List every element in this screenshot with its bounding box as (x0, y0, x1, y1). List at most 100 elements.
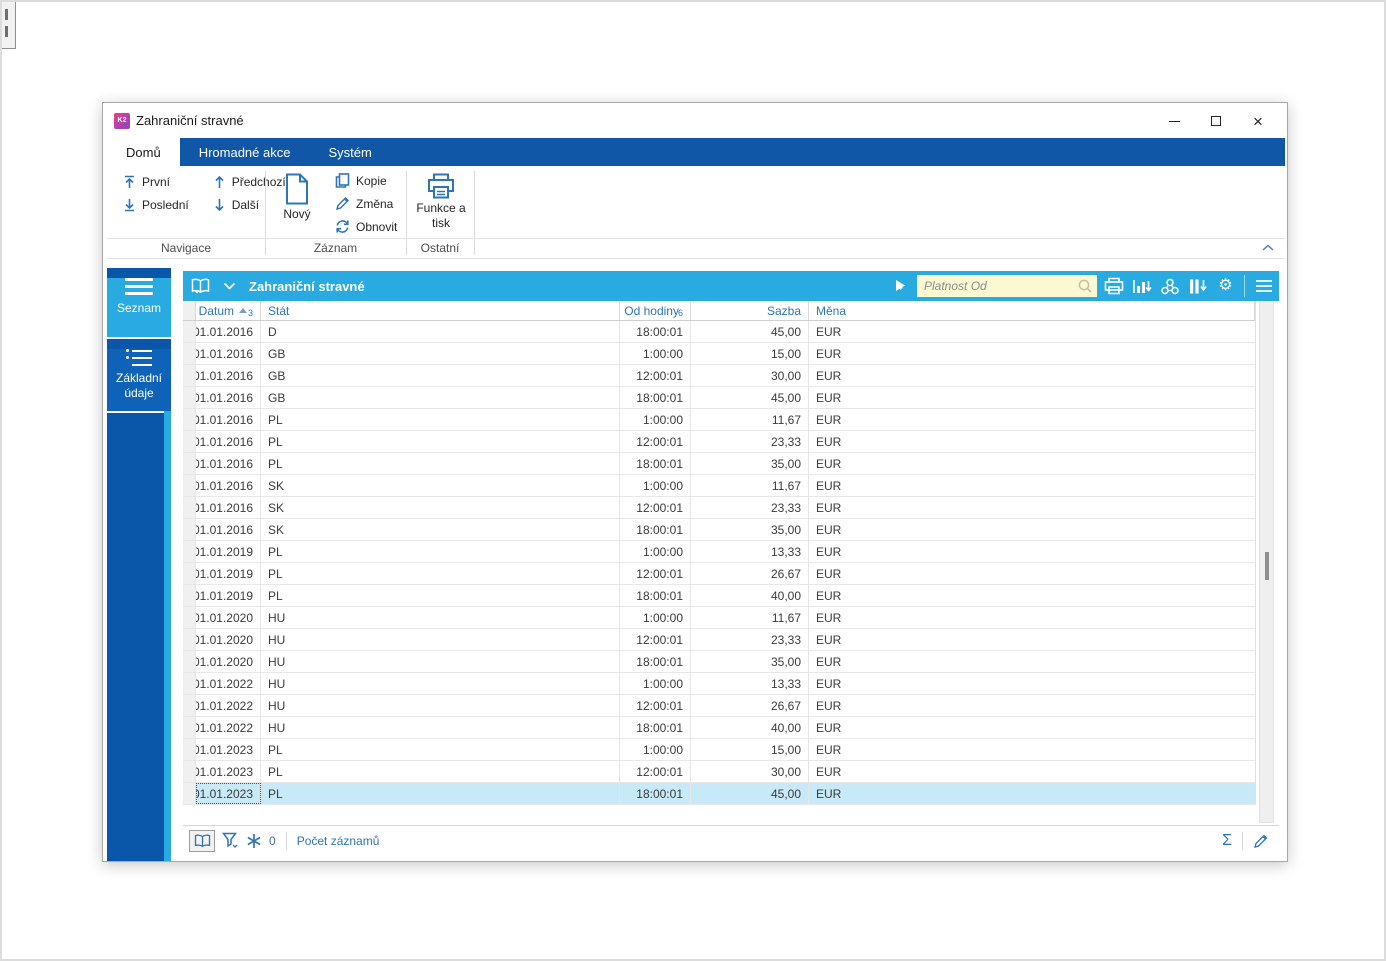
sum-button[interactable]: Σ (1218, 832, 1236, 850)
cell-sazba[interactable]: 45,00 (691, 387, 809, 408)
cell-sazba[interactable]: 35,00 (691, 651, 809, 672)
scrollbar-thumb[interactable] (1265, 552, 1269, 580)
cell-datum[interactable]: 01.01.2016 (196, 453, 261, 474)
cell-sazba[interactable]: 15,00 (691, 343, 809, 364)
cell-mena[interactable]: EUR (809, 409, 1255, 430)
cell-datum[interactable]: 01.01.2016 (196, 343, 261, 364)
header-od-hodiny[interactable]: Od hodiny 6 (620, 301, 691, 320)
cell-sazba[interactable]: 30,00 (691, 761, 809, 782)
cell-datum[interactable]: 01.01.2019 (196, 541, 261, 562)
chart-button[interactable] (1130, 274, 1153, 298)
cell-stat[interactable]: PL (261, 431, 620, 452)
cell-od-hodiny[interactable]: 18:00:01 (620, 453, 691, 474)
header-mena[interactable]: Měna (809, 301, 1255, 320)
cell-stat[interactable]: PL (261, 739, 620, 760)
cell-od-hodiny[interactable]: 12:00:01 (620, 365, 691, 386)
refresh-button[interactable]: Obnovit (329, 215, 403, 238)
cell-mena[interactable]: EUR (809, 343, 1255, 364)
cell-sazba[interactable]: 45,00 (691, 783, 809, 804)
cell-datum[interactable]: 01.01.2016 (196, 387, 261, 408)
cell-mena[interactable]: EUR (809, 585, 1255, 606)
table-row[interactable]: 01.01.2020 HU 1:00:00 11,67 EUR (183, 607, 1255, 629)
cell-stat[interactable]: GB (261, 387, 620, 408)
cell-od-hodiny[interactable]: 1:00:00 (620, 739, 691, 760)
table-row[interactable]: 01.01.2016 PL 12:00:01 23,33 EUR (183, 431, 1255, 453)
cell-od-hodiny[interactable]: 12:00:01 (620, 761, 691, 782)
table-row[interactable]: 01.01.2016 GB 12:00:01 30,00 EUR (183, 365, 1255, 387)
table-row[interactable]: 01.01.2020 HU 18:00:01 35,00 EUR (183, 651, 1255, 673)
cell-od-hodiny[interactable]: 12:00:01 (620, 695, 691, 716)
print-button[interactable] (1102, 274, 1125, 298)
grid-menu-button[interactable] (1252, 274, 1275, 298)
cell-mena[interactable]: EUR (809, 365, 1255, 386)
sidebar-item-zakladni-udaje[interactable]: Základní údaje (107, 349, 171, 411)
first-button[interactable]: První (115, 170, 197, 193)
cell-stat[interactable]: HU (261, 695, 620, 716)
cell-mena[interactable]: EUR (809, 453, 1255, 474)
tab-domu[interactable]: Domů (107, 138, 180, 166)
cell-sazba[interactable]: 35,00 (691, 519, 809, 540)
statusbar-book-button[interactable] (189, 830, 215, 852)
tab-hromadne-akce[interactable]: Hromadné akce (180, 138, 310, 166)
cell-stat[interactable]: SK (261, 519, 620, 540)
cell-stat[interactable]: D (261, 321, 620, 342)
cell-datum[interactable]: 01.01.2016 (196, 321, 261, 342)
cell-stat[interactable]: GB (261, 343, 620, 364)
cell-mena[interactable]: EUR (809, 497, 1255, 518)
maximize-button[interactable] (1195, 108, 1237, 134)
cell-datum[interactable]: 01.01.2016 (196, 497, 261, 518)
function-print-button[interactable]: Funkce a tisk (411, 170, 471, 236)
cell-datum[interactable]: 01.01.2016 (196, 365, 261, 386)
cell-mena[interactable]: EUR (809, 519, 1255, 540)
cell-datum[interactable]: 01.01.2023 (196, 783, 261, 804)
cell-sazba[interactable]: 15,00 (691, 739, 809, 760)
cell-sazba[interactable]: 26,67 (691, 563, 809, 584)
cell-mena[interactable]: EUR (809, 607, 1255, 628)
table-row[interactable]: 01.01.2016 GB 1:00:00 15,00 EUR (183, 343, 1255, 365)
cell-sazba[interactable]: 23,33 (691, 497, 809, 518)
cell-datum[interactable]: 01.01.2020 (196, 607, 261, 628)
table-row[interactable]: 01.01.2019 PL 12:00:01 26,67 EUR (183, 563, 1255, 585)
cell-sazba[interactable]: 40,00 (691, 585, 809, 606)
view-dropdown-button[interactable] (218, 274, 241, 298)
columns-button[interactable] (1186, 274, 1209, 298)
cell-datum[interactable]: 01.01.2023 (196, 739, 261, 760)
sidebar-item-seznam[interactable]: Seznam (107, 278, 171, 337)
table-row[interactable]: 01.01.2016 SK 12:00:01 23,33 EUR (183, 497, 1255, 519)
cell-od-hodiny[interactable]: 18:00:01 (620, 585, 691, 606)
cell-stat[interactable]: HU (261, 673, 620, 694)
table-row[interactable]: 01.01.2022 HU 18:00:01 40,00 EUR (183, 717, 1255, 739)
table-row[interactable]: 01.01.2019 PL 18:00:01 40,00 EUR (183, 585, 1255, 607)
cell-stat[interactable]: PL (261, 783, 620, 804)
header-sazba[interactable]: Sazba (691, 301, 809, 320)
cell-stat[interactable]: PL (261, 563, 620, 584)
cell-sazba[interactable]: 11,67 (691, 409, 809, 430)
cell-sazba[interactable]: 45,00 (691, 321, 809, 342)
cell-stat[interactable]: PL (261, 585, 620, 606)
cell-stat[interactable]: HU (261, 717, 620, 738)
close-button[interactable]: × (1237, 108, 1279, 134)
cell-sazba[interactable]: 23,33 (691, 629, 809, 650)
settings-button[interactable]: ⚙ (1214, 274, 1237, 298)
minimize-button[interactable] (1153, 108, 1195, 134)
cell-mena[interactable]: EUR (809, 717, 1255, 738)
cell-od-hodiny[interactable]: 18:00:01 (620, 519, 691, 540)
cell-mena[interactable]: EUR (809, 629, 1255, 650)
cluster-button[interactable] (1158, 274, 1181, 298)
cell-mena[interactable]: EUR (809, 651, 1255, 672)
cell-od-hodiny[interactable]: 18:00:01 (620, 783, 691, 804)
cell-datum[interactable]: 01.01.2016 (196, 431, 261, 452)
cell-datum[interactable]: 01.01.2022 (196, 717, 261, 738)
table-row[interactable]: 01.01.2016 PL 18:00:01 35,00 EUR (183, 453, 1255, 475)
change-button[interactable]: Změna (329, 192, 403, 215)
cell-od-hodiny[interactable]: 12:00:01 (620, 497, 691, 518)
cell-sazba[interactable]: 35,00 (691, 453, 809, 474)
table-row[interactable]: 01.01.2022 HU 1:00:00 13,33 EUR (183, 673, 1255, 695)
cell-datum[interactable]: 01.01.2020 (196, 629, 261, 650)
table-row[interactable]: 01.01.2023 PL 18:00:01 45,00 EUR (183, 783, 1255, 805)
cell-sazba[interactable]: 13,33 (691, 541, 809, 562)
condition-button[interactable] (246, 833, 262, 849)
table-row[interactable]: 01.01.2022 HU 12:00:01 26,67 EUR (183, 695, 1255, 717)
cell-sazba[interactable]: 30,00 (691, 365, 809, 386)
cell-od-hodiny[interactable]: 18:00:01 (620, 717, 691, 738)
